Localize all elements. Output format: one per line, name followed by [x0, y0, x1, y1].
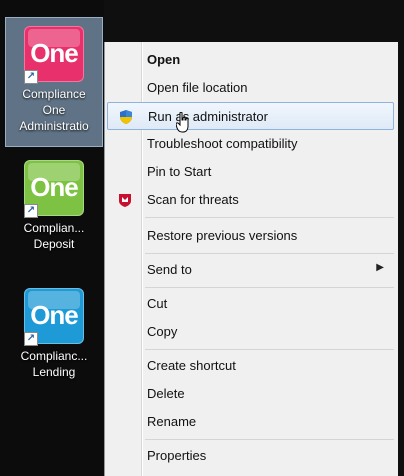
- hand-pointer-cursor-icon: [176, 112, 189, 133]
- menu-item-delete[interactable]: Delete: [107, 380, 394, 408]
- tile-text: One: [30, 172, 79, 202]
- icon-label-line: Deposit: [33, 237, 75, 251]
- menu-item-label: Send to: [147, 262, 192, 277]
- menu-item-pin-to-start[interactable]: Pin to Start: [107, 158, 394, 186]
- menu-item-send-to[interactable]: Send to ▶: [107, 256, 394, 284]
- menu-item-copy[interactable]: Copy: [107, 318, 394, 346]
- menu-item-cut[interactable]: Cut: [107, 290, 394, 318]
- menu-item-create-shortcut[interactable]: Create shortcut: [107, 352, 394, 380]
- menu-separator: [145, 217, 394, 218]
- shortcut-arrow-icon: ↗: [24, 70, 38, 84]
- menu-item-open-file-location[interactable]: Open file location: [107, 74, 394, 102]
- menu-item-label: Cut: [147, 296, 168, 311]
- icon-label-line: Complian...: [23, 221, 85, 235]
- menu-item-label: Troubleshoot compatibility: [147, 136, 298, 151]
- icon-label-line: Complianc...: [20, 349, 88, 363]
- menu-item-label: Open file location: [147, 80, 248, 95]
- desktop-icon-compliance-one-administration[interactable]: One ↗ Compliance One Administratio: [5, 17, 103, 147]
- menu-item-run-as-administrator[interactable]: Run as administrator: [107, 102, 394, 130]
- menu-item-label: Scan for threats: [147, 192, 239, 207]
- menu-item-open[interactable]: Open: [107, 46, 394, 74]
- menu-item-troubleshoot-compatibility[interactable]: Troubleshoot compatibility: [107, 130, 394, 158]
- context-menu: Open Open file location Run as administr…: [104, 42, 398, 476]
- menu-item-label: Copy: [147, 324, 178, 339]
- menu-item-label: Pin to Start: [147, 164, 212, 179]
- icon-label-line: Compliance: [22, 87, 86, 101]
- menu-item-label: Rename: [147, 414, 197, 429]
- menu-item-restore-previous-versions[interactable]: Restore previous versions: [107, 222, 394, 250]
- menu-separator: [145, 287, 394, 288]
- shortcut-arrow-icon: ↗: [24, 204, 38, 218]
- desktop-right-edge: [398, 0, 404, 476]
- menu-item-label: Restore previous versions: [147, 228, 298, 243]
- shortcut-arrow-icon: ↗: [24, 332, 38, 346]
- uac-shield-icon: [120, 110, 132, 124]
- menu-item-properties[interactable]: Properties: [107, 442, 394, 470]
- menu-item-label: Delete: [147, 386, 185, 401]
- submenu-arrow-icon: ▶: [376, 262, 384, 273]
- menu-separator: [145, 253, 394, 254]
- icon-label-line: One: [42, 103, 66, 117]
- menu-item-label: Open: [147, 52, 181, 67]
- desktop-icon-compliance-deposit[interactable]: One ↗ Complian... Deposit: [6, 152, 102, 264]
- menu-item-label: Properties: [147, 448, 207, 463]
- compliance-one-tile-icon: One ↗: [24, 26, 84, 84]
- tile-text: One: [30, 300, 79, 330]
- menu-separator: [145, 349, 394, 350]
- menu-item-label: Create shortcut: [147, 358, 236, 373]
- tile-text: One: [30, 38, 79, 68]
- compliance-deposit-tile-icon: One ↗: [24, 160, 84, 218]
- icon-label-line: Lending: [32, 365, 76, 379]
- menu-separator: [145, 439, 394, 440]
- menu-item-scan-for-threats[interactable]: Scan for threats: [107, 186, 394, 214]
- menu-item-rename[interactable]: Rename: [107, 408, 394, 436]
- desktop-icon-compliance-lending[interactable]: One ↗ Complianc... Lending: [6, 280, 102, 392]
- compliance-lending-tile-icon: One ↗: [24, 288, 84, 346]
- menu-item-label: Run as administrator: [148, 109, 268, 124]
- desktop-top-area: [104, 0, 404, 42]
- mcafee-shield-icon: [119, 194, 131, 207]
- icon-label-line: Administratio: [19, 119, 89, 133]
